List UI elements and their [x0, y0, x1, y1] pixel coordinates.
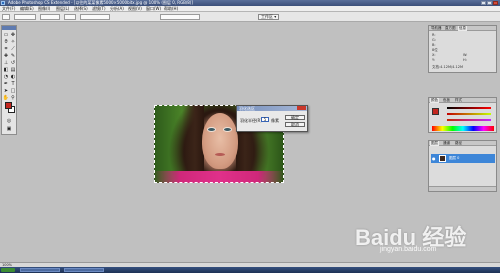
close-icon[interactable] — [493, 1, 498, 5]
history-brush-icon[interactable]: ↺ — [10, 60, 16, 66]
feather-dialog: 羽化选区 羽化半径(R): 5 像素 确定 取消 — [236, 105, 308, 132]
hand-tool-icon[interactable]: ✋ — [3, 95, 9, 101]
navigator-tabs: 导航器 直方图 信息 — [429, 26, 496, 31]
screen-mode-icon[interactable]: ▣ — [6, 126, 12, 132]
tab-info[interactable]: 信息 — [458, 26, 467, 31]
feather-radius-input[interactable]: 5 — [261, 117, 269, 122]
crop-tool-icon[interactable]: ⌗ — [3, 46, 9, 52]
watermark-logo: Baidu 经验 — [355, 225, 467, 250]
info-g: G: — [432, 38, 436, 42]
dialog-close-icon[interactable] — [297, 106, 306, 110]
taskbar — [0, 267, 500, 273]
dialog-title: 羽化选区 — [239, 106, 255, 111]
tool-preset-picker[interactable] — [2, 14, 10, 20]
feather-unit-label: 像素 — [271, 118, 279, 123]
blue-slider[interactable] — [447, 119, 491, 121]
tab-navigator[interactable]: 导航器 — [430, 26, 443, 31]
eye-icon[interactable]: ● — [432, 156, 436, 161]
start-button[interactable] — [1, 268, 15, 272]
info-x: X: — [432, 53, 436, 57]
color-panel-foreground-chip[interactable] — [432, 108, 439, 115]
taskbar-item[interactable] — [64, 268, 104, 272]
layer-thumbnail — [439, 155, 446, 162]
tab-styles[interactable]: 样式 — [454, 98, 463, 103]
style-select[interactable] — [80, 14, 110, 20]
lasso-tool-icon[interactable]: ϑ — [3, 39, 9, 45]
toolbox-header — [2, 26, 16, 30]
refine-edge-button[interactable] — [160, 14, 200, 20]
green-slider[interactable] — [447, 113, 491, 115]
slice-tool-icon[interactable]: ⟋ — [10, 46, 16, 52]
path-select-icon[interactable]: ➤ — [3, 88, 9, 94]
feather-field[interactable] — [40, 14, 60, 20]
dodge-tool-icon[interactable]: ◐ — [10, 74, 16, 80]
wand-tool-icon[interactable]: ✧ — [10, 39, 16, 45]
tab-histogram[interactable]: 直方图 — [444, 26, 457, 31]
feather-radius-label: 羽化半径(R): — [240, 118, 264, 123]
color-spectrum-bar[interactable] — [432, 126, 494, 131]
navigator-panel: 导航器 直方图 信息 R: G: B: 8位 X: Y: W: H: 文档:4.… — [428, 25, 497, 73]
heal-tool-icon[interactable]: ✚ — [3, 53, 9, 59]
color-panel: 颜色 色板 样式 — [428, 97, 497, 133]
watermark-url: jingyan.baidu.com — [380, 246, 437, 253]
info-h: H: — [463, 58, 467, 62]
zoom-tool-icon[interactable]: ⚲ — [10, 95, 16, 101]
marquee-tool-icon[interactable]: ▭ — [3, 32, 9, 38]
layer-row[interactable]: ● 图层 0 — [431, 154, 495, 163]
antialias-checkbox[interactable] — [64, 14, 76, 20]
move-tool-icon[interactable]: ✥ — [10, 32, 16, 38]
ok-button[interactable]: 确定 — [285, 115, 305, 120]
eraser-tool-icon[interactable]: ◧ — [3, 67, 9, 73]
type-tool-icon[interactable]: T — [10, 81, 16, 87]
tab-paths[interactable]: 路径 — [454, 141, 463, 146]
blur-tool-icon[interactable]: ◔ — [3, 74, 9, 80]
quick-mask-icon[interactable]: ◎ — [6, 118, 12, 124]
foreground-color-swatch[interactable] — [5, 102, 12, 109]
workspace-button[interactable]: 工作区 ▾ — [258, 14, 280, 20]
screen: Adobe Photoshop CS Extended - [以往的某某像素50… — [0, 0, 500, 273]
shape-tool-icon[interactable]: □ — [10, 88, 16, 94]
red-slider[interactable] — [447, 107, 491, 109]
minimize-icon[interactable] — [481, 1, 486, 5]
info-b: B: — [432, 43, 436, 47]
info-r: R: — [432, 33, 436, 37]
layers-panel: 图层 通道 路径 ● 图层 0 — [428, 140, 497, 192]
tab-color[interactable]: 颜色 — [430, 98, 439, 103]
gradient-tool-icon[interactable]: ▤ — [10, 67, 16, 73]
brush-tool-icon[interactable]: ✎ — [10, 53, 16, 59]
stamp-tool-icon[interactable]: ⊥ — [3, 60, 9, 66]
photoshop-icon — [1, 1, 5, 5]
cancel-button[interactable]: 取消 — [285, 122, 305, 127]
toolbox: ▭ ✥ ϑ ✧ ⌗ ⟋ ✚ ✎ ⊥ ↺ ◧ ▤ ◔ ◐ ✒ T ➤ □ ✋ ⚲ … — [1, 25, 17, 135]
baidu-watermark: Baidu 经验 jingyan.baidu.com — [350, 220, 500, 265]
info-w: W: — [463, 53, 468, 57]
color-tabs: 颜色 色板 样式 — [429, 98, 496, 103]
info-y: Y: — [432, 58, 435, 62]
tab-layers[interactable]: 图层 — [430, 141, 439, 146]
info-doc-size: 文档:4.12M/4.12M — [432, 65, 463, 69]
tab-swatches[interactable]: 色板 — [442, 98, 451, 103]
dialog-title-bar: 羽化选区 — [237, 106, 307, 111]
pen-tool-icon[interactable]: ✒ — [3, 81, 9, 87]
layers-tabs: 图层 通道 路径 — [429, 141, 496, 146]
options-bar: 工作区 ▾ — [0, 12, 500, 22]
taskbar-item[interactable] — [20, 268, 60, 272]
maximize-icon[interactable] — [487, 1, 492, 5]
layers-footer-toolbar[interactable] — [429, 186, 496, 191]
layer-name: 图层 0 — [449, 156, 460, 160]
tab-channels[interactable]: 通道 — [442, 141, 451, 146]
selection-mode-buttons[interactable] — [14, 14, 36, 20]
